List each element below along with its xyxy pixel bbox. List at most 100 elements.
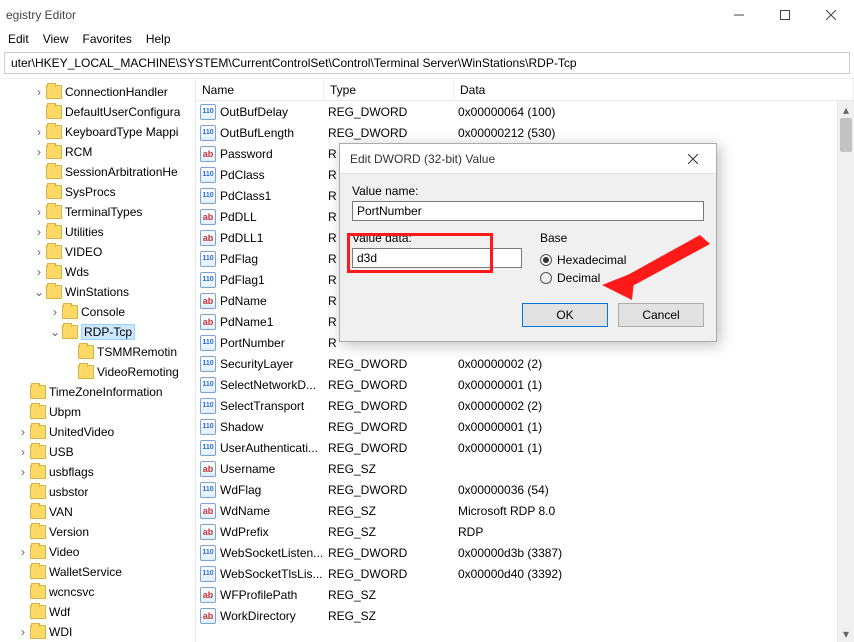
tree-item[interactable]: SessionArbitrationHe <box>0 162 195 182</box>
list-row[interactable]: 110WebSocketTlsLis...REG_DWORD0x00000d40… <box>196 563 854 584</box>
address-bar[interactable]: uter\HKEY_LOCAL_MACHINE\SYSTEM\CurrentCo… <box>4 52 850 74</box>
chevron-right-icon[interactable]: › <box>32 85 46 99</box>
folder-icon <box>30 545 46 559</box>
folder-icon <box>62 305 78 319</box>
tree-item[interactable]: ›USB <box>0 442 195 462</box>
value-data-input[interactable] <box>352 248 522 268</box>
chevron-right-icon[interactable]: › <box>32 265 46 279</box>
chevron-right-icon[interactable]: › <box>32 205 46 219</box>
list-row[interactable]: 110SelectTransportREG_DWORD0x00000002 (2… <box>196 395 854 416</box>
radio-hexadecimal[interactable]: Hexadecimal <box>540 251 704 269</box>
chevron-right-icon[interactable]: › <box>16 425 30 439</box>
vertical-scrollbar[interactable]: ▴ ▾ <box>837 101 854 642</box>
tree-item[interactable]: DefaultUserConfigura <box>0 102 195 122</box>
chevron-right-icon[interactable]: › <box>32 145 46 159</box>
menu-view[interactable]: View <box>37 30 75 48</box>
chevron-right-icon[interactable]: › <box>16 465 30 479</box>
tree-item[interactable]: › UnitedVideo <box>0 422 195 442</box>
tree-item[interactable]: wcncsvc <box>0 582 195 602</box>
column-data[interactable]: Data <box>454 80 854 100</box>
menu-edit[interactable]: Edit <box>2 30 35 48</box>
chevron-right-icon[interactable]: › <box>16 625 30 639</box>
value-name: OutBufLength <box>220 126 294 140</box>
tree-pane[interactable]: ›ConnectionHandlerDefaultUserConfigura›K… <box>0 79 196 642</box>
radio-hex-label: Hexadecimal <box>557 253 626 267</box>
tree-item[interactable]: TimeZoneInformation <box>0 382 195 402</box>
list-row[interactable]: abWFProfilePathREG_SZ <box>196 584 854 605</box>
chevron-right-icon[interactable]: › <box>16 545 30 559</box>
value-name-input[interactable] <box>352 201 704 221</box>
list-row[interactable]: 110SecurityLayerREG_DWORD0x00000002 (2) <box>196 353 854 374</box>
list-row[interactable]: 110SelectNetworkD...REG_DWORD0x00000001 … <box>196 374 854 395</box>
scroll-thumb[interactable] <box>840 118 852 152</box>
dword-value-icon: 110 <box>200 566 216 582</box>
radio-decimal[interactable]: Decimal <box>540 269 704 287</box>
value-data: 0x00000036 (54) <box>454 483 854 497</box>
list-row[interactable]: 110ShadowREG_DWORD0x00000001 (1) <box>196 416 854 437</box>
list-row[interactable]: 110WdFlagREG_DWORD0x00000036 (54) <box>196 479 854 500</box>
tree-item[interactable]: ›TerminalTypes <box>0 202 195 222</box>
menu-help[interactable]: Help <box>140 30 177 48</box>
tree-item[interactable]: ›WDI <box>0 622 195 642</box>
chevron-right-icon[interactable]: › <box>48 305 62 319</box>
value-name: PdName <box>220 294 267 308</box>
list-row[interactable]: 110WebSocketListen...REG_DWORD0x00000d3b… <box>196 542 854 563</box>
tree-item[interactable]: ›Wds <box>0 262 195 282</box>
tree-label: UnitedVideo <box>49 425 114 439</box>
tree-item[interactable]: TSMMRemotin <box>0 342 195 362</box>
string-value-icon: ab <box>200 608 216 624</box>
list-row[interactable]: abWdNameREG_SZMicrosoft RDP 8.0 <box>196 500 854 521</box>
value-type: REG_DWORD <box>324 399 454 413</box>
cancel-button[interactable]: Cancel <box>618 303 704 327</box>
list-row[interactable]: abWorkDirectoryREG_SZ <box>196 605 854 626</box>
tree-item[interactable]: ›RCM <box>0 142 195 162</box>
chevron-right-icon[interactable]: › <box>32 245 46 259</box>
scroll-down-icon[interactable]: ▾ <box>838 625 854 642</box>
tree-item[interactable]: ›usbflags <box>0 462 195 482</box>
minimize-button[interactable] <box>716 0 762 30</box>
tree-item[interactable]: ›Video <box>0 542 195 562</box>
column-type[interactable]: Type <box>324 80 454 100</box>
close-button[interactable] <box>808 0 854 30</box>
chevron-right-icon[interactable]: › <box>32 225 46 239</box>
tree-item[interactable]: VideoRemoting <box>0 362 195 382</box>
tree-item[interactable]: usbstor <box>0 482 195 502</box>
tree-item[interactable]: ⌄WinStations <box>0 282 195 302</box>
value-data: 0x00000002 (2) <box>454 399 854 413</box>
tree-item[interactable]: Version <box>0 522 195 542</box>
tree-label: TimeZoneInformation <box>49 385 163 399</box>
tree-item[interactable]: ›Utilities <box>0 222 195 242</box>
tree-item[interactable]: SysProcs <box>0 182 195 202</box>
value-type: REG_SZ <box>324 525 454 539</box>
chevron-right-icon[interactable]: › <box>32 125 46 139</box>
tree-item[interactable]: WalletService <box>0 562 195 582</box>
tree-item[interactable]: ›KeyboardType Mappi <box>0 122 195 142</box>
string-value-icon: ab <box>200 461 216 477</box>
folder-icon <box>30 605 46 619</box>
dword-value-icon: 110 <box>200 167 216 183</box>
tree-item[interactable]: VAN <box>0 502 195 522</box>
tree-item[interactable]: ⌄RDP-Tcp <box>0 322 195 342</box>
tree-item[interactable]: ›VIDEO <box>0 242 195 262</box>
ok-button[interactable]: OK <box>522 303 608 327</box>
scroll-up-icon[interactable]: ▴ <box>838 101 854 118</box>
dialog-close-button[interactable] <box>680 146 706 172</box>
folder-icon <box>30 465 46 479</box>
list-row[interactable]: 110UserAuthenticati...REG_DWORD0x0000000… <box>196 437 854 458</box>
menu-favorites[interactable]: Favorites <box>76 30 137 48</box>
maximize-button[interactable] <box>762 0 808 30</box>
titlebar: egistry Editor <box>0 0 854 30</box>
tree-item[interactable]: Ubpm <box>0 402 195 422</box>
chevron-down-icon[interactable]: ⌄ <box>48 325 62 339</box>
tree-item[interactable]: ›Console <box>0 302 195 322</box>
chevron-right-icon[interactable]: › <box>16 445 30 459</box>
list-row[interactable]: 110OutBufDelayREG_DWORD0x00000064 (100) <box>196 101 854 122</box>
chevron-down-icon[interactable]: ⌄ <box>32 285 46 299</box>
list-row[interactable]: abWdPrefixREG_SZRDP <box>196 521 854 542</box>
list-row[interactable]: 110OutBufLengthREG_DWORD0x00000212 (530) <box>196 122 854 143</box>
list-row[interactable]: abUsernameREG_SZ <box>196 458 854 479</box>
tree-item[interactable]: ›ConnectionHandler <box>0 82 195 102</box>
tree-item[interactable]: Wdf <box>0 602 195 622</box>
column-name[interactable]: Name <box>196 80 324 100</box>
string-value-icon: ab <box>200 209 216 225</box>
